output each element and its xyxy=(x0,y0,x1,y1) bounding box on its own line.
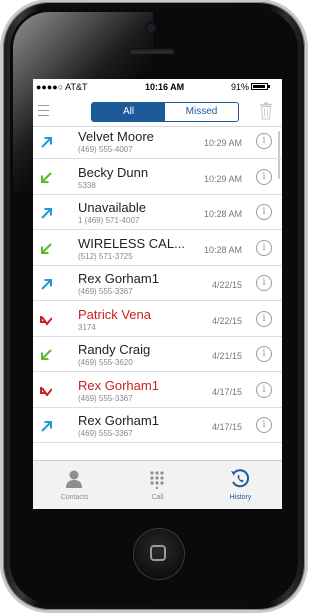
clock: 10:16 AM xyxy=(145,82,185,92)
tab-label: Contacts xyxy=(60,494,89,501)
caller-number: 3174 xyxy=(78,322,96,332)
caller-name: Velvet Moore xyxy=(78,129,154,144)
caller-name: WIRELESS CAL... xyxy=(78,235,185,251)
call-time: 10:28 AM xyxy=(203,209,242,219)
call-time: 4/17/15 xyxy=(211,386,242,397)
call-row[interactable]: Unavailable 1 (469) 571-4007 10:28 AM i xyxy=(33,198,282,230)
call-time: 4/21/15 xyxy=(211,351,242,361)
home-button-icon xyxy=(150,545,166,561)
caller-number: (469) 555-3367 xyxy=(78,287,133,296)
outgoing-call-icon xyxy=(41,279,52,290)
clock-phone-icon xyxy=(231,469,250,488)
tab-contacts[interactable]: Contacts xyxy=(33,461,116,509)
info-icon[interactable]: i xyxy=(256,168,272,185)
front-camera xyxy=(147,24,155,32)
screen: ●●●●○ AT&T 10:16 AM 91% All Missed Velve… xyxy=(33,79,282,509)
caller-number: (469) 555-4007 xyxy=(78,145,133,154)
battery-icon xyxy=(251,83,270,90)
incoming-call-icon xyxy=(41,349,52,360)
segment-missed[interactable]: Missed xyxy=(165,103,238,121)
carrier-label: ●●●●○ AT&T xyxy=(36,82,88,92)
battery-percent: 91% xyxy=(231,82,250,92)
missed-call-icon xyxy=(40,315,52,326)
caller-name: Rex Gorham1 xyxy=(78,377,159,393)
outgoing-call-icon xyxy=(41,137,52,148)
call-time: 4/17/15 xyxy=(211,422,242,432)
call-row[interactable]: Patrick Vena 3174 4/22/15 i xyxy=(33,305,282,337)
incoming-call-icon xyxy=(41,242,52,254)
info-icon[interactable]: i xyxy=(256,133,272,149)
outgoing-call-icon xyxy=(41,208,52,219)
call-row[interactable]: WIRELESS CAL... (512) 571-3725 10:28 AM i xyxy=(33,234,282,266)
call-time: 4/22/15 xyxy=(211,315,242,326)
caller-number: (469) 555-3620 xyxy=(78,358,133,367)
caller-name: Patrick Vena xyxy=(78,306,151,322)
caller-name: Rex Gorham1 xyxy=(78,271,159,286)
filter-segmented-control: All Missed xyxy=(91,102,239,122)
tab-label: History xyxy=(229,494,252,501)
caller-name: Becky Dunn xyxy=(78,164,149,180)
call-row[interactable]: Becky Dunn 5338 10:29 AM i xyxy=(33,163,282,195)
call-row[interactable]: Rex Gorham1 (469) 555-3367 4/17/15 i xyxy=(33,376,282,408)
info-icon[interactable]: i xyxy=(256,381,272,398)
call-time: 10:29 AM xyxy=(203,138,242,148)
tab-bar: Contacts Call History xyxy=(33,460,282,509)
outgoing-call-icon xyxy=(41,421,52,432)
home-button[interactable] xyxy=(134,529,184,579)
call-time: 4/22/15 xyxy=(211,280,242,290)
earpiece-speaker xyxy=(129,48,175,54)
caller-name: Rex Gorham1 xyxy=(78,413,159,428)
info-icon[interactable]: i xyxy=(256,417,272,433)
call-row[interactable]: Randy Craig (469) 555-3620 4/21/15 i xyxy=(33,340,282,372)
tab-call[interactable]: Call xyxy=(116,461,199,509)
info-icon[interactable]: i xyxy=(256,310,272,327)
tab-history[interactable]: History xyxy=(199,461,282,509)
call-row[interactable]: Rex Gorham1 (469) 555-3367 4/17/15 i xyxy=(33,411,282,443)
caller-name: Unavailable xyxy=(78,200,146,215)
menu-icon[interactable] xyxy=(38,105,49,117)
caller-number: (512) 571-3725 xyxy=(78,251,133,261)
trash-icon[interactable] xyxy=(259,102,273,120)
call-row[interactable]: Rex Gorham1 (469) 555-3367 4/22/15 i xyxy=(33,269,282,301)
info-icon[interactable]: i xyxy=(256,204,272,220)
caller-number: (469) 555-3367 xyxy=(78,429,133,438)
call-history-list[interactable]: Velvet Moore (469) 555-4007 10:29 AM i Becky… xyxy=(33,127,282,458)
info-icon[interactable]: i xyxy=(256,239,272,256)
caller-number: (469) 555-3367 xyxy=(78,393,133,403)
battery-level xyxy=(253,85,265,88)
status-bar: ●●●●○ AT&T 10:16 AM 91% xyxy=(33,79,282,96)
call-row[interactable]: Velvet Moore (469) 555-4007 10:29 AM i xyxy=(33,127,282,159)
call-time: 10:29 AM xyxy=(203,173,242,184)
person-icon xyxy=(66,470,82,488)
info-icon[interactable]: i xyxy=(256,346,272,362)
caller-number: 5338 xyxy=(78,180,96,190)
caller-number: 1 (469) 571-4007 xyxy=(78,216,140,225)
info-icon[interactable]: i xyxy=(256,275,272,291)
keypad-icon xyxy=(150,471,164,489)
toolbar: All Missed xyxy=(33,96,282,127)
segment-all[interactable]: All xyxy=(92,103,165,121)
tab-label: Call xyxy=(151,494,164,501)
missed-call-icon xyxy=(40,386,52,397)
incoming-call-icon xyxy=(41,171,52,183)
call-time: 10:28 AM xyxy=(203,244,242,255)
caller-name: Randy Craig xyxy=(78,342,151,357)
